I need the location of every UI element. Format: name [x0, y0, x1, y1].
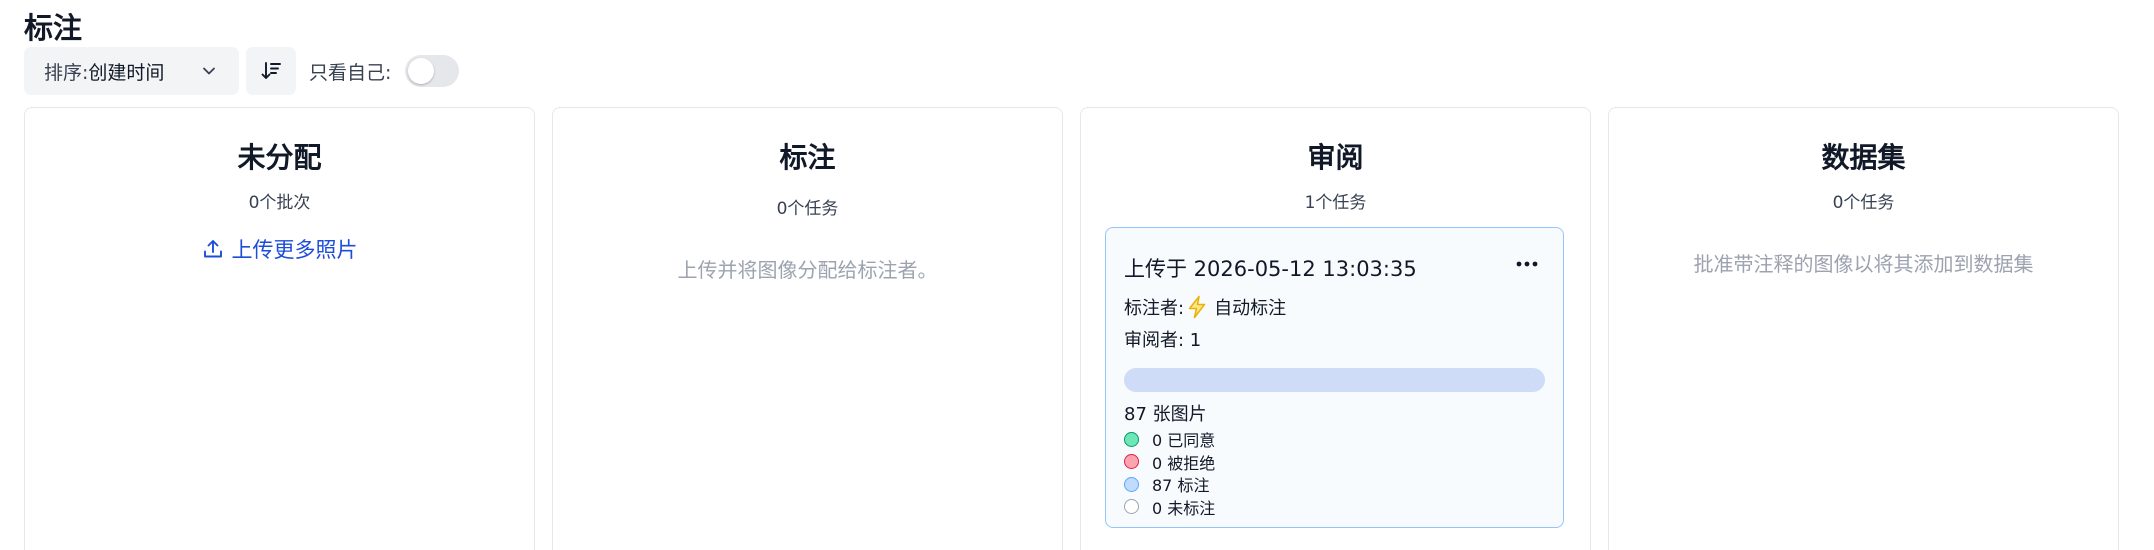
- batch-card[interactable]: 上传于 2026-05-12 13:03:35 标注者: 自动标注 审阅者: 1: [1105, 227, 1564, 528]
- progress-fill: [1124, 368, 1545, 392]
- column-unassigned: 未分配 0个批次 上传更多照片: [24, 107, 535, 550]
- batch-progress-bar: [1124, 368, 1545, 392]
- column-annotate: 标注 0个任务 上传并将图像分配给标注者。: [552, 107, 1063, 550]
- batch-image-count: 87 张图片: [1124, 404, 1207, 425]
- legend-dot: [1124, 499, 1139, 515]
- sort-direction-button[interactable]: [246, 47, 296, 95]
- column-title: 审阅: [1307, 141, 1364, 174]
- lightning-icon: [1188, 295, 1206, 319]
- sort-select[interactable]: 排序: 创建时间: [24, 47, 239, 95]
- column-title: 数据集: [1821, 141, 1906, 174]
- page-title: 标注: [24, 11, 83, 45]
- sort-descending-icon: [261, 62, 281, 79]
- annotate-empty-hint: 上传并将图像分配给标注者。: [677, 258, 938, 282]
- legend-dot: [1124, 431, 1139, 447]
- annotator-label: 标注者:: [1124, 298, 1185, 319]
- batch-upload-time: 上传于 2026-05-12 13:03:35: [1124, 257, 1417, 281]
- column-dataset: 数据集 0个任务 批准带注释的图像以将其添加到数据集: [1608, 107, 2119, 550]
- column-count: 1个任务: [1304, 193, 1367, 213]
- legend-dot: [1124, 454, 1139, 470]
- batch-annotator: 标注者: 自动标注: [1124, 294, 1286, 320]
- column-title: 未分配: [237, 141, 322, 174]
- legend-label: 0 已同意: [1152, 431, 1216, 451]
- legend-dot: [1124, 476, 1139, 492]
- annotator-value: 自动标注: [1214, 298, 1287, 319]
- batch-menu-button[interactable]: [1511, 248, 1543, 280]
- legend-item: 0 被拒绝: [1124, 451, 1215, 474]
- legend-label: 87 标注: [1152, 476, 1210, 496]
- status-legend: 0 已同意 0 被拒绝 87 标注 0 未标注: [1124, 428, 1215, 518]
- dataset-empty-hint: 批准带注释的图像以将其添加到数据集: [1693, 252, 2034, 276]
- column-review: 审阅 1个任务 上传于 2026-05-12 13:03:35 标注者: 自动标…: [1080, 107, 1591, 550]
- more-horizontal-icon: [1516, 261, 1538, 267]
- upload-more-photos-label: 上传更多照片: [231, 238, 358, 262]
- upload-icon: [203, 240, 222, 258]
- column-count: 0个任务: [1832, 193, 1895, 213]
- sort-prefix: 排序:: [44, 61, 89, 84]
- sort-value: 创建时间: [88, 61, 165, 84]
- chevron-down-icon: [203, 67, 215, 75]
- upload-more-photos-link[interactable]: 上传更多照片: [25, 234, 534, 264]
- legend-item: 0 未标注: [1124, 496, 1215, 519]
- toolbar: 排序: 创建时间 只看自己:: [24, 47, 460, 95]
- column-title: 标注: [779, 141, 836, 174]
- board-columns: 未分配 0个批次 上传更多照片 标注 0个任务 上传并将图像分配给标注者。 审阅…: [24, 107, 2120, 550]
- legend-label: 0 未标注: [1152, 498, 1216, 518]
- only-mine-toggle[interactable]: [405, 55, 460, 87]
- annotation-board: 标注 排序: 创建时间 只看自己: 未分配 0个批次 上传更多照片 标注 0个任…: [0, 0, 2154, 550]
- column-count: 0个任务: [776, 199, 839, 219]
- column-count: 0个批次: [248, 193, 311, 213]
- only-mine-label: 只看自己:: [309, 61, 392, 84]
- batch-reviewer: 审阅者: 1: [1124, 330, 1202, 351]
- legend-label: 0 被拒绝: [1152, 453, 1216, 473]
- toggle-knob: [408, 58, 435, 84]
- legend-item: 87 标注: [1124, 473, 1215, 496]
- legend-item: 0 已同意: [1124, 428, 1215, 451]
